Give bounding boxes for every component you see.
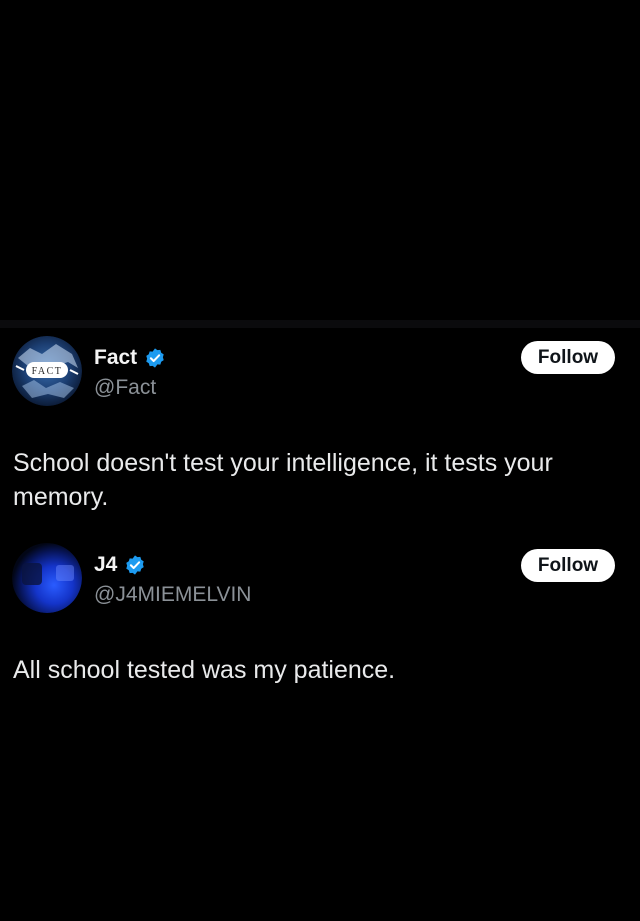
display-name[interactable]: Fact [94, 345, 137, 371]
display-name[interactable]: J4 [94, 552, 117, 578]
avatar-logo-text: FACT [32, 366, 63, 377]
avatar[interactable] [12, 543, 82, 613]
blank-top-area [0, 0, 640, 320]
verified-badge-icon [124, 554, 146, 576]
user-handle[interactable]: @J4MIEMELVIN [94, 582, 251, 608]
divider [0, 320, 640, 328]
user-handle[interactable]: @Fact [94, 375, 156, 401]
verified-badge-icon [144, 347, 166, 369]
follow-button[interactable]: Follow [521, 549, 615, 582]
follow-button[interactable]: Follow [521, 341, 615, 374]
name-row: Fact [94, 345, 166, 371]
blue-glow-avatar-icon [12, 543, 82, 613]
name-row: J4 [94, 552, 146, 578]
tweet-text: School doesn't test your intelligence, i… [13, 449, 553, 511]
tweet-text: All school tested was my patience. [13, 656, 396, 684]
avatar[interactable]: FACT [12, 336, 82, 406]
fact-logo-avatar-icon: FACT [12, 336, 82, 406]
